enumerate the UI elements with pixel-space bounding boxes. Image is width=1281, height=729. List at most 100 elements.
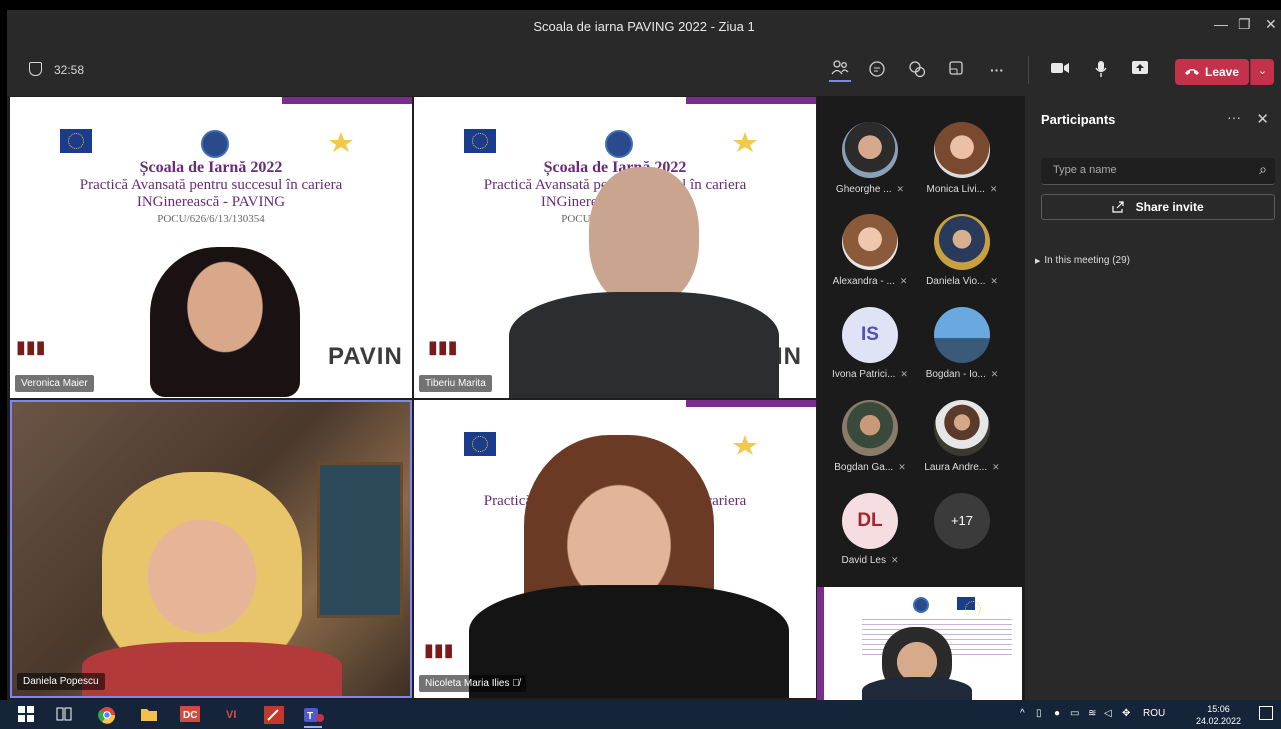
video-tile-daniela[interactable]: Daniela Popescu [10,400,412,698]
screen-top-edge [0,0,1281,10]
slide-title: Școala de Iarnă 2022 [139,159,283,176]
panel-more-icon[interactable]: ··· [1227,109,1241,125]
leave-button[interactable]: Leave [1175,59,1249,85]
video-tile-nicoleta[interactable]: Practică Avansată pentru succesul în car… [414,400,816,698]
participant-name: Bogdan Ga... [834,462,894,473]
volume-icon[interactable]: ◁ [1104,708,1112,719]
self-view-tile[interactable] [817,587,1022,700]
battery-icon[interactable]: ▭ [1070,708,1079,719]
name-tag: Nicoleta Maria Ilies 🎙̸ [419,675,526,692]
eu-flag-icon [464,129,496,153]
muted-mic-icon: ✕ [899,276,908,286]
avatar [934,122,990,178]
participant-tile[interactable]: DL David Les ✕ [825,493,915,566]
muted-mic-icon: ✕ [992,462,1000,472]
muted-mic-icon: ✕ [890,555,899,565]
participant-name: Gheorghe ... [835,184,892,195]
slide-accent-bar [282,97,412,104]
clock-date: 24.02.2022 [1196,716,1242,726]
window-titlebar: Scoala de iarna PAVING 2022 - Ziua 1 — ❐… [7,10,1281,44]
more-options-icon[interactable]: ··· [986,60,1008,80]
muted-mic-icon: ✕ [990,276,998,286]
name-tag: Tiberiu Marita [419,375,492,392]
chrome-icon[interactable] [98,706,116,724]
app-vi-icon[interactable]: VI [224,706,242,724]
device-icon[interactable]: ▯ [1036,708,1042,719]
meeting-timer: 32:58 [29,62,84,77]
system-clock[interactable]: 15:06 24.02.2022 [1196,703,1241,727]
structural-funds-logo-icon [733,132,757,152]
people-icon[interactable] [829,60,851,82]
muted-mic-icon: ✕ [896,184,905,194]
slide-line-2: INGinerească - PAVING [136,194,286,210]
app-dc-icon[interactable]: DC [180,706,200,724]
participant-tile[interactable]: Daniela Vio... ✕ [917,214,1007,287]
reactions-icon[interactable] [906,60,928,80]
participant-tile[interactable]: IS Ivona Patrici... ✕ [825,307,915,380]
dropbox-icon[interactable]: ✥ [1122,708,1130,719]
muted-mic-icon: ✕ [898,462,906,472]
participant-tile[interactable]: Laura Andre... ✕ [917,400,1007,473]
muted-mic-icon: ✕ [900,369,908,379]
participant-name: Bogdan - Io... [925,369,986,380]
expand-triangle-icon: ▶ [1035,258,1041,265]
video-tile-tiberiu[interactable]: Școala de Iarnă 2022 Practică Avansată p… [414,97,816,398]
meeting-toolbar: 32:58 ··· Leave ⌄ [7,44,1281,96]
video-tile-veronica[interactable]: Școala de Iarnă 2022 Practică Avansată p… [10,97,412,398]
chat-icon[interactable] [866,60,888,80]
participant-video-person [102,472,302,662]
painting-on-wall [317,462,403,618]
government-seal-icon [201,130,229,158]
participant-search-input[interactable] [1051,163,1245,177]
panel-close-icon[interactable]: ✕ [1256,110,1269,128]
avatar [934,400,990,456]
wifi-icon[interactable]: ≋ [1088,708,1096,719]
university-logo-icon: ▮▮▮ [16,337,46,357]
participant-name: David Les [841,555,886,566]
in-this-meeting-section[interactable]: ▶ In this meeting (29) [1035,255,1130,266]
slide-line-1: Practică Avansată pentru succesul în car… [79,177,343,193]
toolbar-divider [1028,56,1029,84]
teams-app-icon[interactable]: T [304,706,324,728]
participant-tile[interactable]: Bogdan Ga... ✕ [825,400,915,473]
slide-accent-bar [686,400,816,407]
share-invite-label: Share invite [1135,200,1204,214]
university-logo-icon: ▮▮▮ [428,337,458,357]
more-participants-button[interactable]: +17 [917,493,1007,549]
avatar [842,214,898,270]
eu-flag-icon [60,129,92,153]
participant-tile[interactable]: Alexandra - ... ✕ [825,214,915,287]
slide-accent-bar [686,97,816,104]
participant-tile[interactable]: Monica Livi... ✕ [917,122,1007,195]
camera-icon[interactable] [1049,60,1071,80]
show-hidden-icons-chevron-icon[interactable]: ^ [1020,708,1025,719]
participant-name: Ivona Patrici... [832,369,896,380]
start-button-windows-icon[interactable] [18,706,36,724]
share-screen-icon[interactable] [1129,60,1151,80]
file-explorer-icon[interactable] [140,706,158,724]
leave-options-chevron-icon[interactable]: ⌄ [1250,59,1274,85]
pdf-editor-icon[interactable] [264,706,284,724]
muted-mic-icon: ✕ [989,184,998,194]
rooms-icon[interactable] [945,60,967,80]
avatar [934,307,990,363]
participant-tile[interactable]: Bogdan - Io... ✕ [917,307,1007,380]
notifications-icon[interactable] [1259,706,1273,720]
participant-search[interactable]: ⌕ [1041,158,1275,185]
tray-microphone-icon[interactable]: ● [1054,708,1060,719]
avatar [842,122,898,178]
participant-video-person [589,167,699,307]
input-language[interactable]: ROU [1143,708,1165,719]
task-view-icon[interactable] [56,706,74,724]
minimize-icon[interactable]: — [1214,16,1228,32]
windows-taskbar: DC VI T ^ ▯ ● ▭ ≋ ◁ ✥ ROU 15:06 24.02.20… [0,700,1281,729]
clock-time: 15:06 [1207,704,1230,714]
microphone-icon[interactable] [1090,60,1112,80]
eu-flag-icon [464,432,496,456]
shield-icon [29,62,42,76]
maximize-icon[interactable]: ❐ [1238,16,1251,33]
share-invite-button[interactable]: Share invite [1041,194,1275,220]
close-icon[interactable]: ✕ [1265,16,1277,33]
participant-tile[interactable]: Gheorghe ... ✕ [825,122,915,195]
slide-accent-bar [817,587,824,700]
